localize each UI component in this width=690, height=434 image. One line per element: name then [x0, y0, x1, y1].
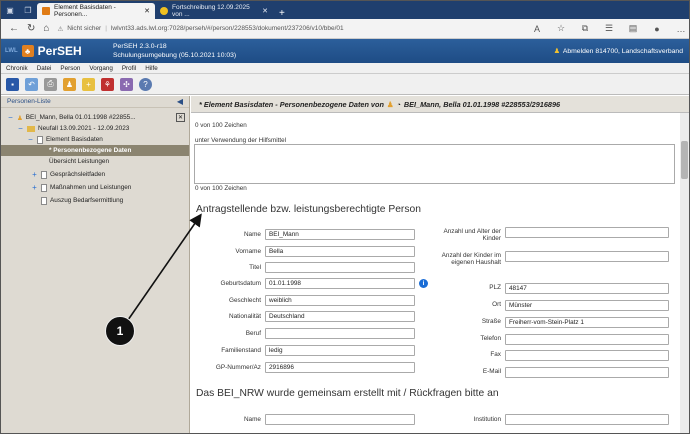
annotation-marker: 1 — [105, 316, 135, 346]
annotation-arrow — [127, 213, 202, 321]
